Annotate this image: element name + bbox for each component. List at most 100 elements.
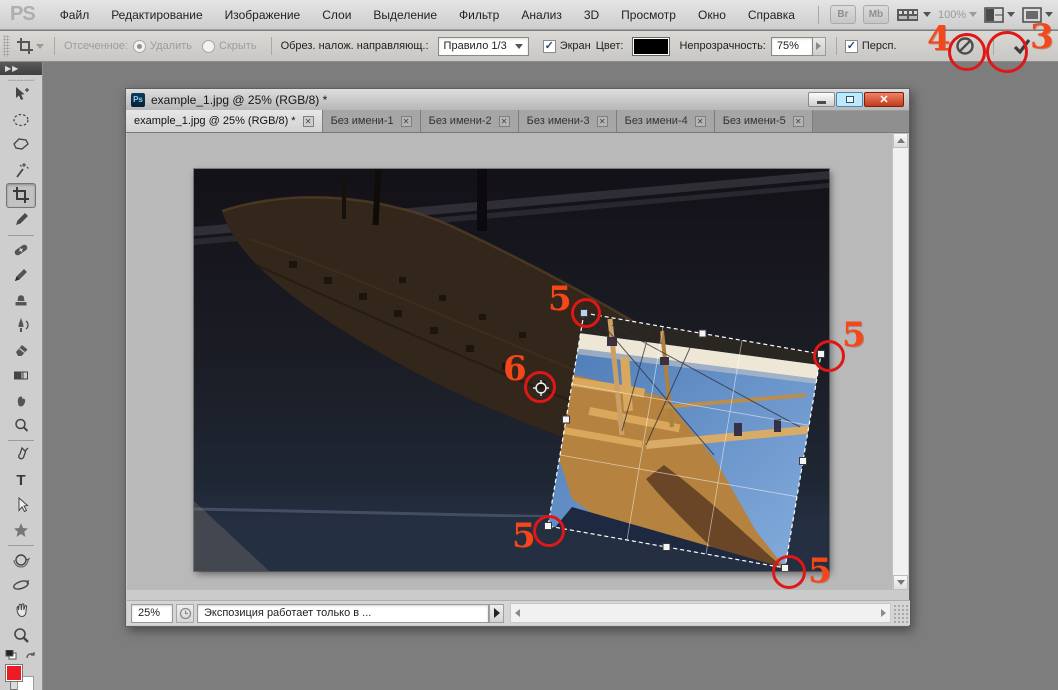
menu-справка[interactable]: Справка [737,0,806,30]
bridge-button[interactable]: Br [830,5,856,24]
document-tab-2[interactable]: Без имени-2✕ [421,110,519,132]
crop-handle-bottom-left[interactable] [545,523,552,530]
menu-слои[interactable]: Слои [311,0,362,30]
crop-handle-bottom-right[interactable] [782,565,789,572]
menu-выделение[interactable]: Выделение [362,0,448,30]
tool-pencil[interactable] [6,263,36,288]
menu-bar: PS ФайлРедактированиеИзображениеСлоиВыде… [0,0,1058,30]
menu-изображение[interactable]: Изображение [214,0,312,30]
screen-mode-button[interactable] [1022,7,1053,23]
menu-анализ[interactable]: Анализ [510,0,573,30]
shield-color-swatch[interactable] [632,37,670,56]
menu-файл[interactable]: Файл [49,0,101,30]
canvas-area[interactable] [127,133,894,590]
tool-clone-stamp[interactable] [6,288,36,313]
crop-handle-bottom-mid[interactable] [663,544,670,551]
tool-move[interactable] [6,83,36,108]
adobe-drive-button[interactable] [176,604,194,623]
pen-icon [11,445,31,465]
tab-close-icon[interactable]: ✕ [499,116,510,127]
crop-icon [16,37,34,55]
restore-button[interactable] [836,92,863,107]
zoom-level-control[interactable]: 100% [938,9,977,21]
swap-colors-icon[interactable] [25,650,37,661]
tool-healing-brush[interactable] [6,238,36,263]
menu-окно[interactable]: Окно [687,0,737,30]
menu-3d[interactable]: 3D [573,0,610,30]
overlay-guides-label: Обрез. налож. направляющ.: [281,40,429,52]
crop-handle-top-mid[interactable] [699,330,706,337]
vertical-scrollbar[interactable] [892,133,908,590]
divider [54,37,55,55]
document-tab-3[interactable]: Без имени-3✕ [519,110,617,132]
tool-history-brush[interactable] [6,313,36,338]
tool-gradient[interactable] [6,363,36,388]
close-button[interactable]: ✕ [864,92,904,107]
type-icon: T [11,470,31,490]
tab-close-icon[interactable]: ✕ [597,116,608,127]
radio-icon [202,40,215,53]
tool-zoom[interactable] [6,623,36,648]
tool-3d-orbit[interactable] [6,573,36,598]
document-tab-1[interactable]: Без имени-1✕ [323,110,421,132]
resize-grip[interactable] [893,603,909,624]
document-tab-0[interactable]: example_1.jpg @ 25% (RGB/8) *✕ [126,110,323,132]
scroll-down-button[interactable] [893,575,908,590]
tool-elliptical-marquee[interactable] [6,108,36,133]
document-tab-4[interactable]: Без имени-4✕ [617,110,715,132]
default-colors-icon[interactable] [5,650,17,660]
scroll-up-button[interactable] [893,133,908,148]
photoshop-logo: PS [0,3,49,26]
menu-редактирование[interactable]: Редактирование [100,0,213,30]
tab-close-icon[interactable]: ✕ [793,116,804,127]
tool-hand[interactable] [6,598,36,623]
shield-checkbox[interactable]: ✓ Экран [543,40,591,53]
drag-grip[interactable] [3,35,10,57]
cancel-crop-button[interactable] [955,36,975,56]
tool-path-select[interactable] [6,493,36,518]
radio-hide[interactable]: Скрыть [202,40,257,53]
tool-3d-rotate[interactable] [6,548,36,573]
tab-close-icon[interactable]: ✕ [695,116,706,127]
zoom-percent-field[interactable]: 25% [131,604,173,623]
opacity-input[interactable]: 75% [771,37,813,56]
close-icon: ✕ [879,93,888,106]
tool-smudge[interactable] [6,388,36,413]
window-title-bar[interactable]: Ps example_1.jpg @ 25% (RGB/8) * ✕ [126,89,909,111]
radio-delete[interactable]: Удалить [133,40,192,53]
divider [993,37,994,55]
foreground-color-swatch[interactable] [5,664,23,682]
tool-crop[interactable] [6,183,36,208]
tool-eraser[interactable] [6,338,36,363]
crop-handle-top-right[interactable] [818,351,825,358]
panel-grip[interactable] [8,79,34,81]
image-canvas[interactable] [194,169,829,571]
menu-фильтр[interactable]: Фильтр [448,0,510,30]
document-tab-5[interactable]: Без имени-5✕ [715,110,813,132]
tool-magic-wand[interactable] [6,158,36,183]
opacity-spinner[interactable] [813,37,826,56]
minimize-button[interactable] [808,92,835,107]
overlay-guides-select[interactable]: Правило 1/3 [438,37,529,56]
crop-handle-right-mid[interactable] [800,458,807,465]
tool-pen[interactable] [6,443,36,468]
tool-custom-shape[interactable] [6,518,36,543]
commit-crop-button[interactable] [1012,37,1032,55]
tab-close-icon[interactable]: ✕ [401,116,412,127]
menu-просмотр[interactable]: Просмотр [610,0,687,30]
minibridge-button[interactable]: Mb [863,5,889,24]
tool-dodge[interactable] [6,413,36,438]
arrange-documents-button[interactable] [984,7,1015,23]
tool-type[interactable]: T [6,468,36,493]
horizontal-scrollbar[interactable] [510,603,891,623]
tool-eyedropper[interactable] [6,208,36,233]
tab-close-icon[interactable]: ✕ [303,116,314,127]
tool-polygonal-lasso[interactable] [6,133,36,158]
guides-menu-button[interactable] [896,7,931,23]
perspective-checkbox[interactable]: ✓ Персп. [845,40,897,53]
crop-handle-top-left[interactable] [581,310,588,317]
crop-tool-preset[interactable] [14,35,36,57]
crop-handle-left-mid[interactable] [563,416,570,423]
panel-collapse-bar[interactable]: ▶▶ [0,62,42,75]
status-options-button[interactable] [489,604,504,623]
